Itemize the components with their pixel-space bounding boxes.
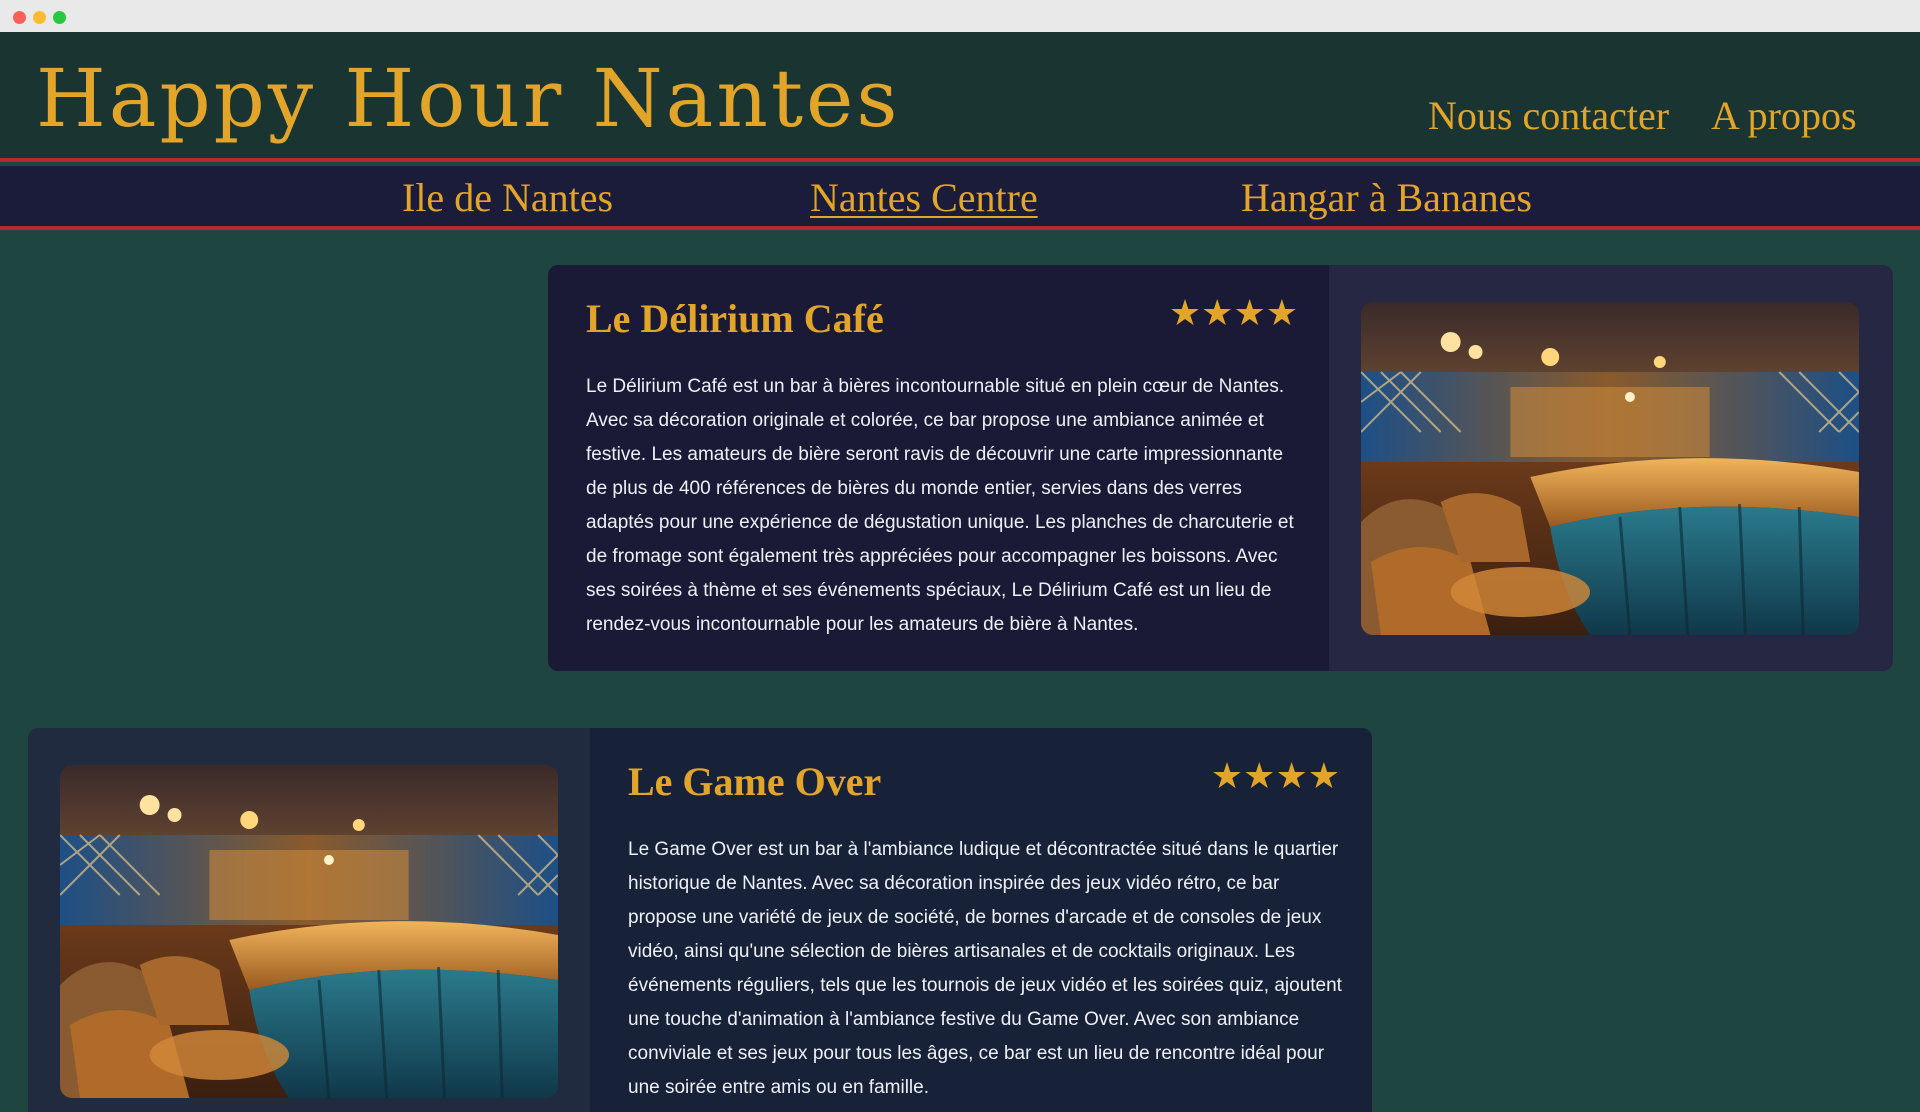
minimize-window-icon[interactable] xyxy=(33,11,46,24)
star-rating: ★★★★ xyxy=(1168,293,1298,334)
about-link[interactable]: A propos xyxy=(1711,92,1857,139)
close-window-icon[interactable] xyxy=(13,11,26,24)
contact-link[interactable]: Nous contacter xyxy=(1428,92,1669,139)
bar-card-delirium: Le Délirium Café ★★★★ Le Délirium Café e… xyxy=(548,265,1893,671)
site-title[interactable]: Happy Hour Nantes xyxy=(36,52,900,145)
bar-card-text: Le Game Over ★★★★ Le Game Over est un ba… xyxy=(590,728,1372,1112)
nav-item-ile-de-nantes[interactable]: Ile de Nantes xyxy=(402,174,613,221)
bar-name: Le Game Over xyxy=(628,759,882,804)
nav-item-nantes-centre[interactable]: Nantes Centre xyxy=(810,174,1038,221)
nav-item-hangar-a-bananes[interactable]: Hangar à Bananes xyxy=(1241,174,1532,221)
bar-card-game-over: Le Game Over ★★★★ Le Game Over est un ba… xyxy=(28,728,1372,1112)
bar-name: Le Délirium Café xyxy=(586,296,884,341)
bar-description: Le Game Over est un bar à l'ambiance lud… xyxy=(628,839,1342,1098)
site-header: Happy Hour Nantes Nous contacter A propo… xyxy=(0,32,1920,162)
bar-description: Le Délirium Café est un bar à bières inc… xyxy=(586,376,1294,635)
bar-photo-frame xyxy=(1329,265,1893,671)
browser-chrome xyxy=(0,0,1920,32)
star-rating: ★★★★ xyxy=(1210,756,1340,797)
maximize-window-icon[interactable] xyxy=(53,11,66,24)
bar-photo-frame xyxy=(28,728,590,1112)
bar-card-text: Le Délirium Café ★★★★ Le Délirium Café e… xyxy=(548,265,1329,671)
bar-photo xyxy=(1361,302,1859,635)
district-nav: Ile de Nantes Nantes Centre Hangar à Ban… xyxy=(0,166,1920,230)
bar-photo xyxy=(60,765,558,1098)
